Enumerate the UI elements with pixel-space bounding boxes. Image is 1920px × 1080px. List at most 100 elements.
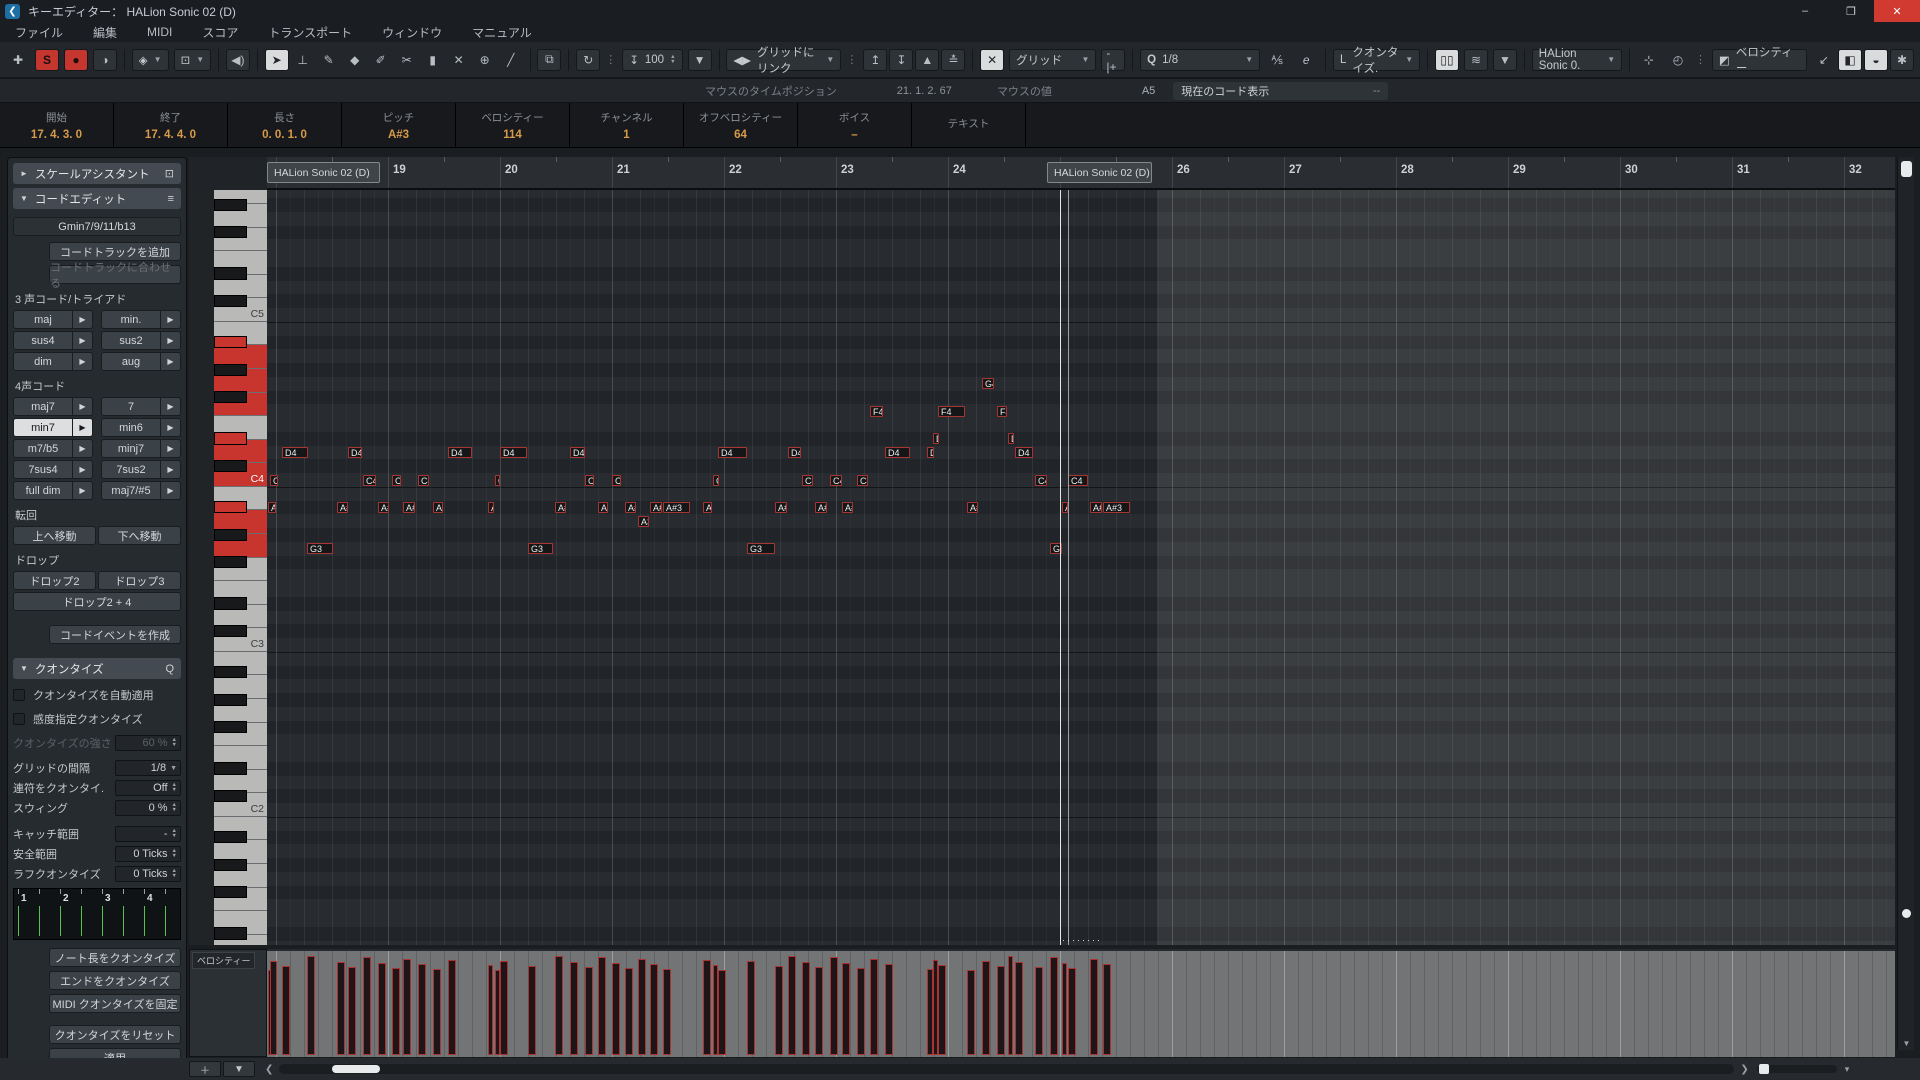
create-chord-event-button[interactable]: コードイベントを作成 bbox=[49, 625, 181, 644]
midi-note[interactable]: G3 bbox=[747, 543, 775, 554]
piano-key-black[interactable] bbox=[214, 267, 247, 279]
minimize-button[interactable]: – bbox=[1782, 0, 1828, 22]
play-icon[interactable]: ▶ bbox=[160, 311, 180, 328]
midi-note[interactable]: A#3 bbox=[1090, 502, 1102, 513]
match-chord-track-button[interactable]: コードトラックに合わせる bbox=[49, 265, 181, 284]
velocity-bar[interactable] bbox=[997, 966, 1005, 1055]
play-icon[interactable]: ▶ bbox=[72, 311, 92, 328]
info-field[interactable]: チャンネル1 bbox=[570, 103, 684, 147]
length-quantize-dropdown[interactable]: L クオンタイズ. ▼ bbox=[1333, 49, 1420, 71]
piano-keyboard[interactable]: C2C3C4C5 bbox=[214, 190, 267, 945]
velocity-bar[interactable] bbox=[307, 956, 315, 1055]
velocity-bar[interactable] bbox=[747, 961, 755, 1055]
velocity-bar[interactable] bbox=[282, 966, 290, 1055]
midi-note[interactable]: D4 bbox=[885, 447, 910, 458]
rough-quantize-field[interactable]: 0 Ticks▲▼ bbox=[115, 866, 181, 882]
grid-type-dropdown[interactable]: グリッド ▼ bbox=[1009, 49, 1096, 71]
chord-button-min7[interactable]: min7▶ bbox=[13, 418, 93, 437]
scroll-left-icon[interactable]: ❮ bbox=[265, 1064, 273, 1075]
velocity-bar[interactable] bbox=[585, 967, 593, 1055]
trim-tool[interactable]: ⊥ bbox=[291, 49, 315, 71]
part-boundary-line[interactable] bbox=[1068, 190, 1069, 945]
midi-note[interactable]: A#3 bbox=[775, 502, 787, 513]
piano-key-black[interactable] bbox=[214, 295, 247, 307]
midi-note[interactable]: C4 bbox=[830, 475, 842, 486]
info-field[interactable]: ボイス– bbox=[798, 103, 912, 147]
velocity-bar[interactable] bbox=[625, 968, 633, 1055]
velocity-bar[interactable] bbox=[718, 970, 726, 1055]
chord-button-minj7[interactable]: minj7▶ bbox=[101, 439, 181, 458]
velocity-bar[interactable] bbox=[775, 966, 783, 1055]
velocity-bar[interactable] bbox=[1050, 957, 1058, 1055]
drop24-button[interactable]: ドロップ2 + 4 bbox=[13, 592, 181, 611]
velocity-bar[interactable] bbox=[555, 956, 563, 1055]
velocity-bar[interactable] bbox=[270, 961, 277, 1055]
velocity-bar[interactable] bbox=[392, 968, 400, 1055]
midi-note[interactable]: A#3 bbox=[403, 502, 415, 513]
output-track-dropdown[interactable]: HALion Sonic 0. ▼ bbox=[1532, 49, 1622, 71]
midi-note[interactable]: A#3 bbox=[663, 502, 690, 513]
velocity-bar[interactable] bbox=[830, 957, 838, 1055]
velocity-lane[interactable] bbox=[267, 949, 1895, 1057]
velocity-bar[interactable] bbox=[1103, 964, 1111, 1055]
piano-key-black[interactable] bbox=[214, 790, 247, 802]
midi-note[interactable]: C4 bbox=[363, 475, 376, 486]
horizontal-scroll-thumb[interactable] bbox=[332, 1065, 380, 1073]
reset-quantize-button[interactable]: クオンタイズをリセット bbox=[49, 1025, 181, 1044]
midi-note[interactable]: A#3 bbox=[1103, 502, 1130, 513]
piano-key-black[interactable] bbox=[214, 501, 247, 513]
midi-note[interactable]: C4 bbox=[392, 475, 401, 486]
line-tool[interactable]: ✐ bbox=[369, 49, 393, 71]
menu-マニュアル[interactable]: マニュアル bbox=[457, 24, 547, 41]
midi-note[interactable]: C4 bbox=[270, 475, 278, 486]
menu-トランスポート[interactable]: トランスポート bbox=[253, 24, 367, 41]
play-icon[interactable]: ▶ bbox=[160, 398, 180, 415]
midi-note[interactable]: D4 bbox=[448, 447, 472, 458]
nudge-up-icon[interactable]: ↥ bbox=[863, 49, 887, 71]
quantize-ends-button[interactable]: エンドをクオンタイズ bbox=[49, 971, 181, 990]
play-icon[interactable]: ▶ bbox=[72, 440, 92, 457]
midi-note[interactable]: C4 bbox=[495, 475, 500, 486]
velocity-bar[interactable] bbox=[418, 964, 426, 1055]
piano-key-black[interactable] bbox=[214, 666, 247, 678]
record-icon[interactable]: ● bbox=[64, 49, 88, 71]
horizontal-zoom-slider[interactable] bbox=[1757, 1065, 1837, 1073]
piano-key-black[interactable] bbox=[214, 529, 247, 541]
timeline-ruler[interactable]: 1920212223242526272829303132HALion Sonic… bbox=[267, 157, 1895, 190]
play-icon[interactable]: ▶ bbox=[72, 482, 92, 499]
midi-note[interactable]: C4 bbox=[612, 475, 621, 486]
part-edit-icon[interactable]: ⧉ bbox=[537, 49, 561, 71]
scroll-down-icon[interactable]: ▼ bbox=[1898, 1039, 1915, 1048]
velocity-bar[interactable] bbox=[663, 969, 671, 1055]
play-icon[interactable]: ▶ bbox=[160, 482, 180, 499]
midi-note[interactable]: A#3 bbox=[703, 502, 712, 513]
piano-key-black[interactable] bbox=[214, 694, 247, 706]
velocity-bar[interactable] bbox=[857, 968, 865, 1055]
midi-note[interactable]: F4 bbox=[870, 406, 883, 417]
velocity-bar[interactable] bbox=[598, 957, 606, 1055]
midi-note[interactable]: C4 bbox=[585, 475, 594, 486]
lane-preset-dropdown[interactable]: ▼ bbox=[223, 1061, 255, 1077]
piano-key-black[interactable] bbox=[214, 226, 247, 238]
midi-note[interactable]: G3 bbox=[528, 543, 553, 554]
corner-icon[interactable]: ↙ bbox=[1812, 49, 1836, 71]
play-icon[interactable]: ▶ bbox=[72, 332, 92, 349]
menu-MIDI[interactable]: MIDI bbox=[132, 25, 187, 39]
midi-note[interactable]: F4 bbox=[938, 406, 965, 417]
midi-note[interactable]: C4 bbox=[418, 475, 429, 486]
velocity-bar[interactable] bbox=[638, 959, 646, 1055]
auto-select-dropdown[interactable]: ⊡▼ bbox=[174, 49, 212, 71]
swing-field[interactable]: 0 %▲▼ bbox=[115, 800, 181, 816]
speaker-icon[interactable]: ◀) bbox=[226, 49, 250, 71]
midi-input-icon[interactable]: ≋ bbox=[1464, 49, 1488, 71]
tuplet-field[interactable]: Off▲▼ bbox=[115, 780, 181, 796]
controller-lane-label[interactable]: ベロシティー bbox=[192, 952, 255, 969]
velocity-bar[interactable] bbox=[815, 967, 823, 1055]
velocity-bar[interactable] bbox=[403, 959, 411, 1055]
menu-スコア[interactable]: スコア bbox=[187, 24, 253, 41]
edit-icon[interactable]: e bbox=[1294, 49, 1318, 71]
midi-note[interactable]: A#3 bbox=[488, 502, 494, 513]
midi-note[interactable]: A#3 bbox=[625, 502, 636, 513]
midi-note[interactable]: A#3 bbox=[555, 502, 566, 513]
velocity-stepper[interactable]: ▲▼ bbox=[670, 55, 675, 65]
